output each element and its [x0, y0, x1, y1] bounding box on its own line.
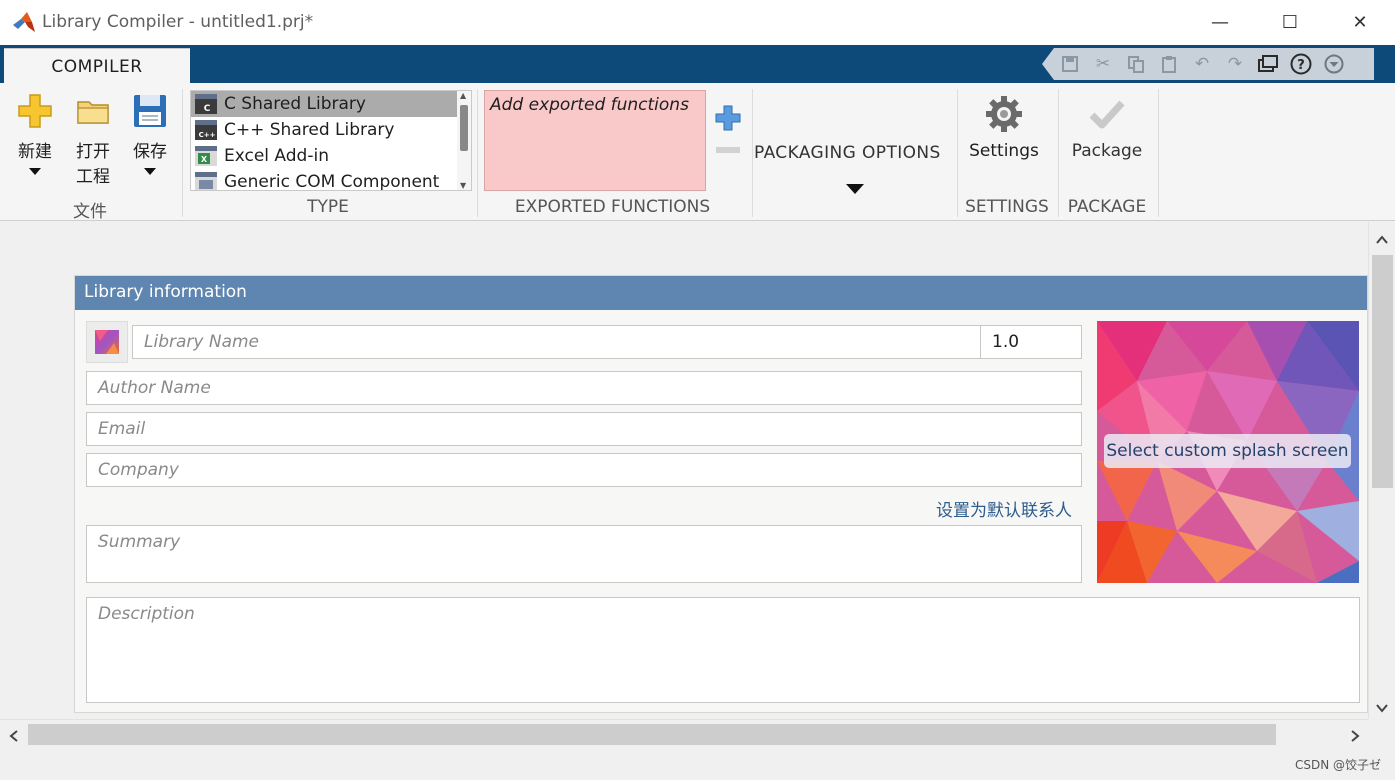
- gear-icon: [986, 96, 1022, 132]
- packaging-options-dropdown-arrow-icon[interactable]: [846, 184, 864, 194]
- open-label-2: 工程: [76, 167, 110, 187]
- svg-text:C: C: [204, 104, 211, 114]
- scroll-up-icon[interactable]: ▲: [460, 91, 466, 100]
- package-label: Package: [1071, 141, 1143, 161]
- matlab-logo-icon: [13, 12, 35, 32]
- type-item-label: C++ Shared Library: [224, 120, 395, 140]
- vertical-scrollbar[interactable]: [1368, 222, 1395, 719]
- group-divider: [1158, 89, 1159, 217]
- set-default-contact-link[interactable]: 设置为默认联系人: [936, 496, 1072, 521]
- package-group-label: PACKAGE: [1067, 197, 1147, 217]
- save-button[interactable]: 保存: [127, 93, 173, 175]
- email-input[interactable]: Email: [86, 412, 1082, 446]
- maximize-button[interactable]: ☐: [1270, 8, 1310, 36]
- scroll-down-arrow-icon[interactable]: [1376, 698, 1388, 717]
- folder-icon: [77, 101, 109, 124]
- type-item-cpp-shared-library[interactable]: C++ C++ Shared Library: [191, 117, 471, 143]
- save-label: 保存: [133, 142, 167, 162]
- window-title: Library Compiler - untitled1.prj*: [42, 12, 314, 32]
- tab-compiler[interactable]: COMPILER: [4, 48, 190, 84]
- redo-icon[interactable]: ↷: [1221, 51, 1249, 77]
- c-library-icon: C: [195, 94, 217, 114]
- minimize-button[interactable]: —: [1200, 8, 1240, 36]
- status-footer: [0, 750, 1395, 780]
- company-input[interactable]: Company: [86, 453, 1082, 487]
- open-label-1: 打开: [76, 142, 110, 162]
- save-dropdown-arrow-icon[interactable]: [144, 168, 156, 175]
- type-group-label: TYPE: [307, 197, 349, 217]
- project-content-area: Library information Library Name 1.0 Aut…: [0, 222, 1368, 719]
- ribbon: 新建 打开 工程 保存 文件 C C Shared Library C++ C+: [0, 83, 1395, 291]
- library-information-panel: Library information Library Name 1.0 Aut…: [74, 275, 1368, 713]
- floppy-disk-icon: [134, 95, 166, 127]
- watermark-text: CSDN @饺子ゼ: [1294, 758, 1381, 772]
- switch-windows-icon[interactable]: [1254, 51, 1282, 77]
- scroll-up-arrow-icon[interactable]: [1376, 230, 1388, 249]
- type-list-scroll-thumb[interactable]: [460, 105, 468, 151]
- type-list-scrollbar[interactable]: ▲ ▼: [457, 91, 471, 190]
- com-component-icon: [195, 172, 217, 190]
- help-icon[interactable]: ?: [1287, 51, 1315, 77]
- group-divider: [182, 89, 183, 217]
- scroll-left-arrow-icon[interactable]: [9, 727, 19, 746]
- checkmark-icon: [1089, 100, 1125, 129]
- type-item-label: Excel Add-in: [224, 146, 329, 166]
- settings-label: Settings: [969, 141, 1039, 161]
- close-button[interactable]: ✕: [1340, 8, 1380, 36]
- settings-group-label: SETTINGS: [965, 197, 1049, 217]
- summary-input[interactable]: Summary: [86, 525, 1082, 583]
- version-input[interactable]: 1.0: [980, 325, 1082, 359]
- splash-screen-preview[interactable]: Select custom splash screen: [1097, 321, 1359, 583]
- group-divider: [752, 89, 753, 217]
- quick-access-toolbar: ✂ ↶ ↷ ?: [1042, 48, 1374, 80]
- excel-icon: X: [195, 146, 217, 166]
- cpp-library-icon: C++: [195, 120, 217, 140]
- paste-icon[interactable]: [1155, 51, 1183, 77]
- horizontal-scroll-thumb[interactable]: [28, 724, 1276, 745]
- library-information-header: Library information: [75, 276, 1367, 310]
- save-icon[interactable]: [1056, 51, 1084, 77]
- type-item-c-shared-library[interactable]: C C Shared Library: [191, 91, 471, 117]
- new-dropdown-arrow-icon[interactable]: [29, 168, 41, 175]
- package-button[interactable]: Package: [1064, 95, 1150, 161]
- type-item-label: C Shared Library: [224, 94, 366, 114]
- svg-text:C++: C++: [199, 131, 216, 139]
- type-item-generic-com-component[interactable]: Generic COM Component: [191, 169, 471, 191]
- exported-functions-group-label: EXPORTED FUNCTIONS: [514, 197, 711, 217]
- copy-icon[interactable]: [1122, 51, 1150, 77]
- exported-functions-box[interactable]: Add exported functions: [484, 90, 706, 191]
- library-icon-button[interactable]: [86, 321, 128, 363]
- type-list[interactable]: C C Shared Library C++ C++ Shared Librar…: [190, 90, 472, 191]
- add-function-plus-icon[interactable]: [715, 105, 741, 137]
- open-project-button[interactable]: 打开 工程: [70, 93, 116, 187]
- file-group-label: 文件: [73, 202, 107, 222]
- library-name-input[interactable]: Library Name: [132, 325, 981, 359]
- group-divider: [477, 89, 478, 217]
- dropdown-circle-icon[interactable]: [1320, 51, 1348, 77]
- library-image-icon: [95, 330, 119, 354]
- new-button[interactable]: 新建: [12, 93, 58, 175]
- title-bar: Library Compiler - untitled1.prj* — ☐ ✕: [0, 0, 1395, 45]
- plus-icon: [18, 94, 52, 128]
- scroll-right-arrow-icon[interactable]: [1350, 727, 1360, 746]
- horizontal-scrollbar[interactable]: [0, 719, 1368, 749]
- scroll-down-icon[interactable]: ▼: [460, 181, 466, 190]
- description-input[interactable]: Description: [86, 597, 1360, 703]
- type-item-label: Generic COM Component: [224, 172, 440, 191]
- type-item-excel-add-in[interactable]: X Excel Add-in: [191, 143, 471, 169]
- undo-icon[interactable]: ↶: [1188, 51, 1216, 77]
- cut-icon[interactable]: ✂: [1089, 51, 1117, 77]
- author-name-input[interactable]: Author Name: [86, 371, 1082, 405]
- svg-text:X: X: [201, 155, 208, 164]
- svg-text:?: ?: [1297, 58, 1305, 73]
- select-splash-screen-button[interactable]: Select custom splash screen: [1104, 434, 1351, 468]
- remove-function-minus-icon[interactable]: [716, 147, 740, 153]
- new-label: 新建: [18, 142, 52, 162]
- vertical-scroll-thumb[interactable]: [1372, 255, 1393, 488]
- settings-button[interactable]: Settings: [962, 95, 1046, 161]
- packaging-options-label[interactable]: PACKAGING OPTIONS: [754, 143, 941, 163]
